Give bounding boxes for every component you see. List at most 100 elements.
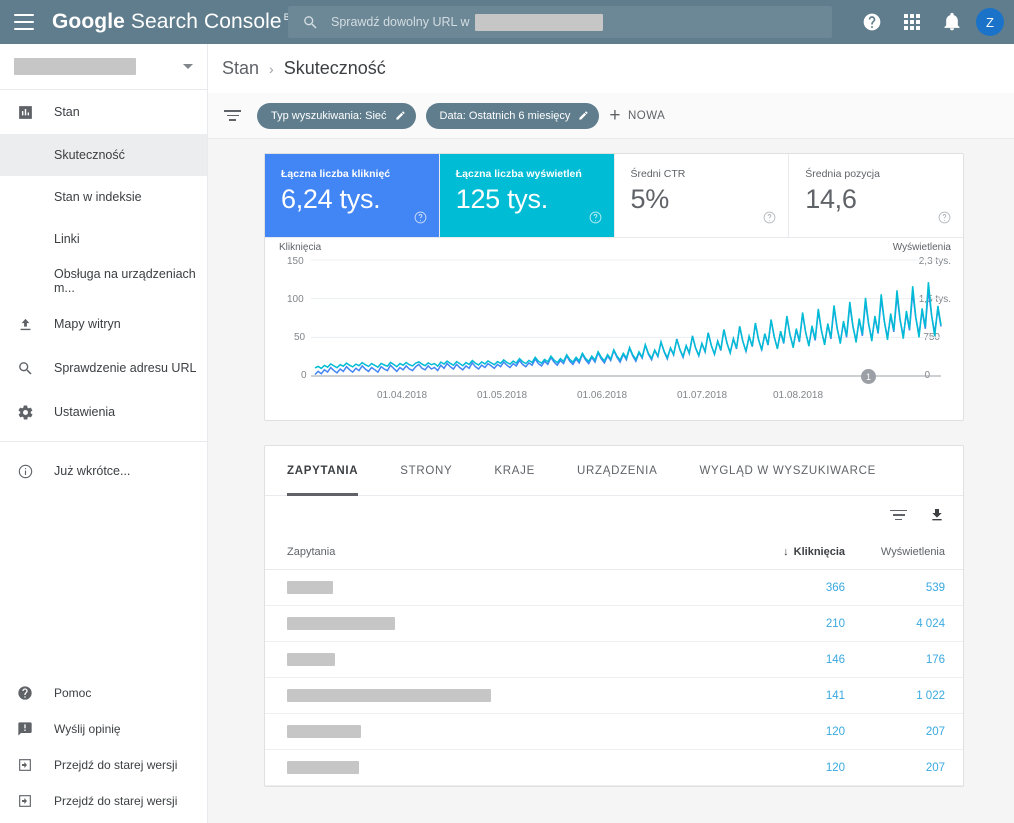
sidebar-item-sprawdzenie-url[interactable]: Sprawdzenie adresu URL <box>0 346 207 390</box>
sidebar-item-pomoc[interactable]: Pomoc <box>0 675 207 711</box>
sidebar-bottom-section: Pomoc Wyślij opinię Przejdź do starej we… <box>0 675 207 823</box>
sidebar-item-label: Wyślij opinię <box>54 722 121 736</box>
performance-chart[interactable]: Kliknięcia Wyświetlenia 150 100 50 0 2,3… <box>265 238 963 420</box>
add-filter-button[interactable]: + NOWA <box>609 106 665 125</box>
cell-impressions: 539 <box>925 581 945 594</box>
sidebar-item-wyslij-opinie[interactable]: Wyślij opinię <box>0 711 207 747</box>
cell-query <box>265 761 727 774</box>
brand-google: Google <box>52 10 125 33</box>
column-header-impressions[interactable]: Wyświetlenia <box>845 546 963 558</box>
sidebar-item-stan[interactable]: Stan <box>0 90 207 134</box>
sidebar-item-stan-w-indeksie[interactable]: Stan w indeksie <box>0 176 207 218</box>
x-tick: 01.05.2018 <box>477 390 528 401</box>
cell-impressions: 1 022 <box>916 689 945 702</box>
y-tick-left: 150 <box>287 256 304 267</box>
sidebar-item-stara-wersja-2[interactable]: Przejdź do starej wersji <box>0 783 207 819</box>
cell-query <box>265 581 727 594</box>
gear-icon <box>14 404 36 421</box>
pencil-icon <box>578 110 589 121</box>
bell-icon[interactable] <box>932 0 972 44</box>
search-input[interactable]: Sprawdź dowolny URL w <box>288 6 832 38</box>
metric-label: Łączna liczba wyświetleń <box>455 168 582 180</box>
tab-strony[interactable]: STRONY <box>400 446 452 496</box>
sidebar-divider <box>0 441 207 442</box>
table-row[interactable]: 366 539 <box>265 570 963 606</box>
search-icon <box>302 14 319 31</box>
column-header-label: Kliknięcia <box>793 545 845 558</box>
table-row[interactable]: 120 207 <box>265 750 963 786</box>
download-icon[interactable] <box>929 507 945 523</box>
tab-wyglad-w-wyszukiwarce[interactable]: WYGLĄD W WYSZUKIWARCE <box>699 446 876 496</box>
table-row[interactable]: 146 176 <box>265 642 963 678</box>
app-brand: Google Search ConsoleBETA <box>52 10 309 34</box>
cell-clicks: 120 <box>825 725 845 738</box>
column-header-clicks[interactable]: ↓ Kliknięcia <box>727 546 845 558</box>
breadcrumb-separator: › <box>269 60 274 77</box>
metric-card-average-ctr[interactable]: Średni CTR 5% <box>615 154 790 237</box>
cell-query <box>265 617 727 630</box>
redacted-query-text <box>287 725 361 738</box>
filter-chip-date[interactable]: Data: Ostatnich 6 miesięcy <box>425 102 600 129</box>
pencil-icon <box>395 110 406 121</box>
tab-label: KRAJE <box>494 464 535 477</box>
filter-icon[interactable] <box>890 509 907 521</box>
help-icon[interactable] <box>763 211 776 229</box>
table-row[interactable]: 210 4 024 <box>265 606 963 642</box>
sidebar-item-ustawienia[interactable]: Ustawienia <box>0 390 207 434</box>
sidebar-item-label: Stan <box>54 105 80 119</box>
add-filter-label: NOWA <box>628 109 666 122</box>
search-placeholder: Sprawdź dowolny URL w <box>331 15 470 29</box>
sidebar-item-stara-wersja-1[interactable]: Przejdź do starej wersji <box>0 747 207 783</box>
metric-value: 6,24 tys. <box>281 184 381 214</box>
brand-product: Search Console <box>124 10 282 33</box>
plus-icon: + <box>609 105 621 126</box>
tab-zapytania[interactable]: ZAPYTANIA <box>287 446 359 496</box>
metric-value: 125 tys. <box>455 184 548 214</box>
chart-annotation-marker[interactable]: 1 <box>861 369 876 384</box>
metric-value: 5% <box>630 184 670 214</box>
apps-grid-icon[interactable] <box>892 0 932 44</box>
sidebar-subitem-label: Linki <box>54 232 80 246</box>
exit-icon <box>14 757 36 773</box>
hamburger-icon[interactable] <box>14 14 34 30</box>
sidebar-item-label: Ustawienia <box>54 405 116 419</box>
table-body: 366 539 210 4 024 146 176 141 1 022 120 207 120 207 <box>265 570 963 786</box>
metric-card-total-impressions[interactable]: Łączna liczba wyświetleń 125 tys. <box>439 154 615 237</box>
sidebar-item-label: Już wkrótce... <box>54 464 131 478</box>
sidebar-item-label: Sprawdzenie adresu URL <box>54 361 197 375</box>
sidebar-item-skutecznosc[interactable]: Skuteczność <box>0 134 207 176</box>
filter-icon[interactable] <box>224 110 241 121</box>
redacted-query-text <box>287 617 395 630</box>
sidebar-item-obsluga-mobilna[interactable]: Obsługa na urządzeniach m... <box>0 260 207 302</box>
filter-chip-search-type[interactable]: Typ wyszukiwania: Sieć <box>257 102 416 129</box>
metric-value: 14,6 <box>805 184 857 214</box>
cell-impressions: 207 <box>925 761 945 774</box>
cell-clicks: 141 <box>825 689 845 702</box>
tab-urzadzenia[interactable]: URZĄDZENIA <box>577 446 657 496</box>
tab-label: ZAPYTANIA <box>287 464 359 477</box>
sidebar-item-juz-wkrotce[interactable]: Już wkrótce... <box>0 449 207 493</box>
redacted-query-text <box>287 689 491 702</box>
column-header-query[interactable]: Zapytania <box>265 546 727 558</box>
x-tick: 01.04.2018 <box>377 390 428 401</box>
info-icon <box>14 463 36 480</box>
table-row[interactable]: 141 1 022 <box>265 678 963 714</box>
help-icon[interactable] <box>589 211 602 229</box>
tab-kraje[interactable]: KRAJE <box>494 446 535 496</box>
breadcrumb-parent[interactable]: Stan <box>222 58 259 79</box>
tab-label: WYGLĄD W WYSZUKIWARCE <box>699 464 877 477</box>
sidebar-item-linki[interactable]: Linki <box>0 218 207 260</box>
help-icon[interactable] <box>852 0 892 44</box>
table-row[interactable]: 120 207 <box>265 714 963 750</box>
metric-card-average-position[interactable]: Średnia pozycja 14,6 <box>789 154 963 237</box>
sidebar-item-mapy-witryn[interactable]: Mapy witryn <box>0 302 207 346</box>
search-icon <box>14 360 36 377</box>
metric-card-total-clicks[interactable]: Łączna liczba kliknięć 6,24 tys. <box>265 154 440 237</box>
redacted-query-text <box>287 761 359 774</box>
feedback-icon <box>14 721 36 737</box>
help-icon[interactable] <box>414 211 427 229</box>
avatar[interactable]: Z <box>976 8 1004 36</box>
help-icon[interactable] <box>938 211 951 229</box>
x-tick: 01.08.2018 <box>773 390 824 401</box>
property-selector[interactable] <box>0 44 207 90</box>
